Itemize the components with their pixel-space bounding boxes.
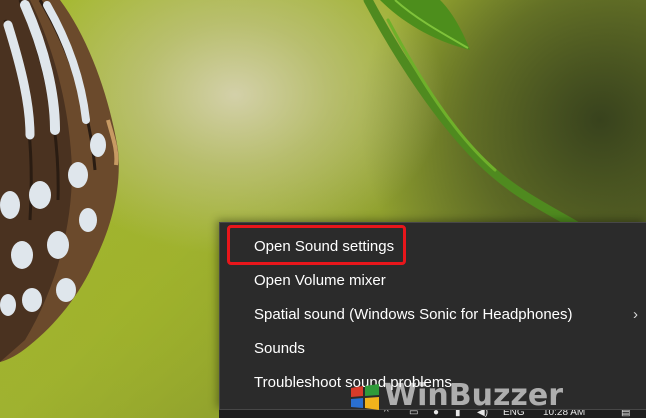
menu-item-troubleshoot-sound[interactable]: Troubleshoot sound problems [220, 366, 646, 400]
sound-context-menu: Open Sound settings Open Volume mixer Sp… [219, 222, 646, 410]
display-icon[interactable]: ▭ [409, 410, 421, 418]
menu-item-sounds[interactable]: Sounds [220, 332, 646, 366]
menu-item-open-volume-mixer[interactable]: Open Volume mixer [220, 264, 646, 298]
language-indicator[interactable]: ENG [503, 410, 525, 418]
chevron-right-icon: › [633, 306, 638, 323]
menu-item-spatial-sound[interactable]: Spatial sound (Windows Sonic for Headpho… [220, 298, 646, 332]
menu-item-label: Sounds [254, 340, 305, 357]
shield-icon[interactable]: ● [433, 410, 445, 418]
menu-item-label: Troubleshoot sound problems [254, 374, 452, 391]
volume-icon[interactable]: ◀) [477, 410, 489, 418]
clock[interactable]: 10:28 AM [543, 410, 585, 418]
taskbar: ^ ▭ ● ▮ ◀) ENG 10:28 AM ▤ [219, 410, 646, 418]
menu-item-label: Open Volume mixer [254, 272, 386, 289]
network-icon[interactable]: ▮ [455, 410, 467, 418]
notification-icon[interactable]: ▤ [621, 410, 635, 418]
chevron-up-icon[interactable]: ^ [384, 410, 396, 418]
highlight-annotation-box [227, 225, 406, 265]
menu-item-label: Spatial sound (Windows Sonic for Headpho… [254, 306, 573, 323]
